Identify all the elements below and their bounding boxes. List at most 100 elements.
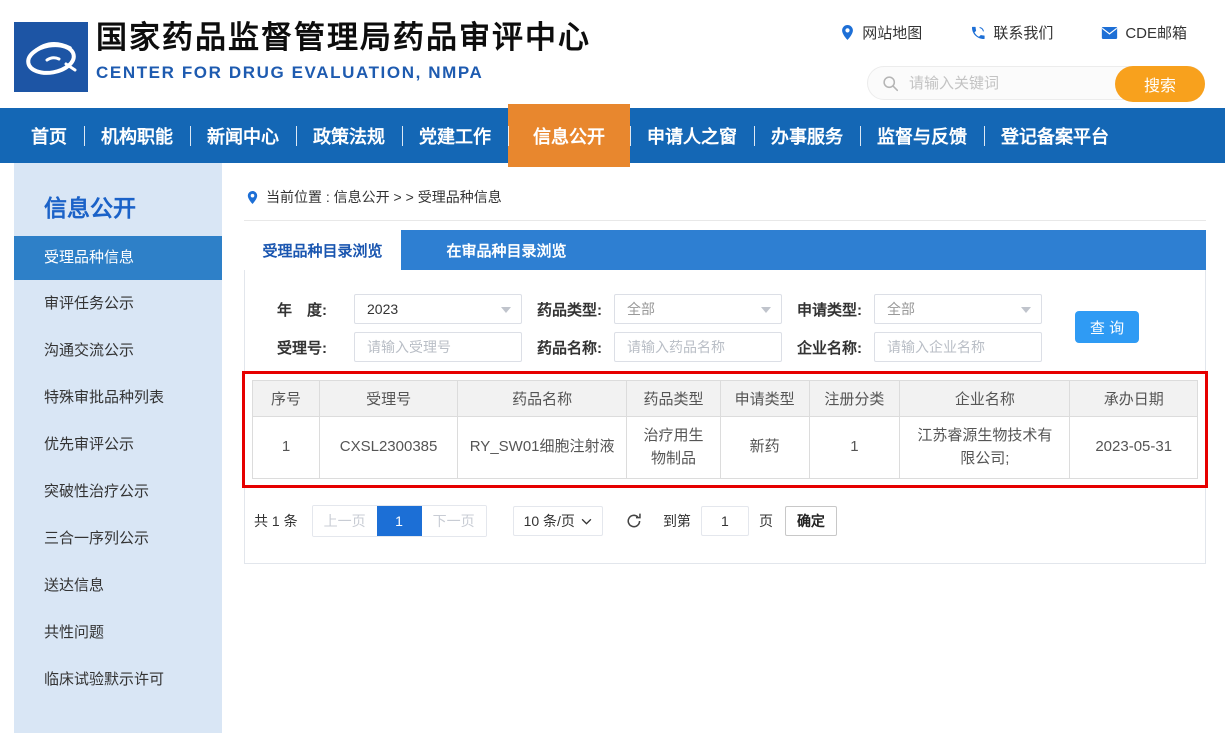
refresh-icon[interactable] (625, 512, 643, 530)
cell-registration-class: 1 (809, 417, 900, 479)
application-type-select-value: 全部 (887, 299, 915, 319)
content-area: 当前位置 : 信息公开 > > 受理品种信息 受理品种目录浏览 在审品种目录浏览… (244, 163, 1206, 733)
company-name-label: 企业名称: (797, 337, 874, 358)
cell-drug-name: RY_SW01细胞注射液 (458, 417, 627, 479)
nav-item-functions[interactable]: 机构职能 (84, 108, 190, 163)
contact-link[interactable]: 联系我们 (970, 22, 1053, 43)
cell-acceptance-no: CXSL2300385 (320, 417, 458, 479)
breadcrumb-text: 当前位置 : 信息公开 > > 受理品种信息 (266, 187, 502, 207)
query-button[interactable]: 查 询 (1075, 311, 1139, 343)
col-registration-class: 注册分类 (809, 381, 900, 417)
company-name-input[interactable] (874, 332, 1042, 362)
cell-drug-type: 治疗用生物制品 (627, 417, 721, 479)
sidebar-item-special-approval[interactable]: 特殊审批品种列表 (14, 374, 222, 421)
nav-item-registration-platform[interactable]: 登记备案平台 (984, 108, 1126, 163)
breadcrumb-pin-icon (246, 190, 259, 205)
sidebar-item-common-issues[interactable]: 共性问题 (14, 609, 222, 656)
site-title: 国家药品监督管理局药品审评中心 (96, 17, 591, 59)
sidebar-item-communication[interactable]: 沟通交流公示 (14, 327, 222, 374)
chevron-down-icon (1021, 307, 1031, 313)
sidebar: 信息公开 受理品种信息 审评任务公示 沟通交流公示 特殊审批品种列表 优先审评公… (14, 163, 222, 733)
sidebar-item-accepted-varieties[interactable]: 受理品种信息 (14, 236, 222, 280)
sidebar-item-three-in-one[interactable]: 三合一序列公示 (14, 515, 222, 562)
header-search: 搜索 (867, 66, 1205, 100)
cell-company-name: 江苏睿源生物技术有限公司; (900, 417, 1070, 479)
nav-item-policy[interactable]: 政策法规 (296, 108, 402, 163)
tab-accepted-catalog[interactable]: 受理品种目录浏览 (244, 230, 401, 270)
page-size-value: 10 条/页 (524, 511, 575, 531)
sidebar-title: 信息公开 (14, 163, 222, 233)
location-pin-icon (840, 24, 855, 41)
phone-icon (970, 25, 986, 41)
col-handle-date: 承办日期 (1070, 381, 1198, 417)
goto-prefix: 到第 (663, 511, 691, 531)
col-seq: 序号 (253, 381, 320, 417)
year-select-value: 2023 (367, 301, 398, 317)
tab-bar: 受理品种目录浏览 在审品种目录浏览 (244, 230, 1206, 270)
drug-name-input[interactable] (614, 332, 782, 362)
nav-item-applicant-window[interactable]: 申请人之窗 (630, 108, 754, 163)
main-nav: 首页 机构职能 新闻中心 政策法规 党建工作 信息公开 申请人之窗 办事服务 监… (0, 108, 1225, 163)
main-area: 信息公开 受理品种信息 审评任务公示 沟通交流公示 特殊审批品种列表 优先审评公… (0, 163, 1225, 733)
cde-mail-link[interactable]: CDE邮箱 (1101, 22, 1187, 43)
drug-name-label: 药品名称: (537, 337, 614, 358)
nav-item-supervision[interactable]: 监督与反馈 (860, 108, 984, 163)
sidebar-item-breakthrough-therapy[interactable]: 突破性治疗公示 (14, 468, 222, 515)
tab-under-review-catalog[interactable]: 在审品种目录浏览 (401, 230, 612, 270)
chevron-down-icon (761, 307, 771, 313)
nav-item-party[interactable]: 党建工作 (402, 108, 508, 163)
col-acceptance-no: 受理号 (320, 381, 458, 417)
sidebar-item-delivery-info[interactable]: 送达信息 (14, 562, 222, 609)
pagination: 共 1 条 上一页 1 下一页 10 条/页 (254, 505, 1205, 537)
cell-seq: 1 (253, 417, 320, 479)
cell-handle-date: 2023-05-31 (1070, 417, 1198, 479)
search-input[interactable] (909, 75, 1099, 92)
cde-mail-link-label: CDE邮箱 (1125, 22, 1187, 43)
breadcrumb: 当前位置 : 信息公开 > > 受理品种信息 (244, 163, 1206, 221)
col-company-name: 企业名称 (900, 381, 1070, 417)
content-panel: 年 度: 2023 药品类型: 全部 申请类 (244, 270, 1206, 564)
prev-page-button[interactable]: 上一页 (313, 506, 377, 536)
table-header-row: 序号 受理号 药品名称 药品类型 申请类型 注册分类 企业名称 承办日期 (253, 381, 1198, 417)
year-label: 年 度: (277, 299, 354, 320)
col-drug-name: 药品名称 (458, 381, 627, 417)
search-icon (882, 75, 899, 92)
page-size-select[interactable]: 10 条/页 (513, 506, 603, 536)
cde-logo (14, 22, 88, 92)
nav-item-info-disclosure[interactable]: 信息公开 (508, 104, 630, 167)
application-type-select[interactable]: 全部 (874, 294, 1042, 324)
nav-item-services[interactable]: 办事服务 (754, 108, 860, 163)
site-subtitle: CENTER FOR DRUG EVALUATION, NMPA (96, 63, 591, 83)
application-type-label: 申请类型: (797, 299, 874, 320)
goto-page-input[interactable] (701, 506, 749, 536)
next-page-button[interactable]: 下一页 (422, 506, 486, 536)
cell-application-type: 新药 (720, 417, 809, 479)
total-count: 共 1 条 (254, 511, 298, 531)
sitemap-link[interactable]: 网站地图 (840, 22, 922, 43)
table-row: 1 CXSL2300385 RY_SW01细胞注射液 治疗用生物制品 新药 1 … (253, 417, 1198, 479)
acceptance-no-label: 受理号: (277, 337, 354, 358)
acceptance-no-input[interactable] (354, 332, 522, 362)
highlight-red-box: 序号 受理号 药品名称 药品类型 申请类型 注册分类 企业名称 承办日期 1 (242, 371, 1208, 488)
filter-form: 年 度: 2023 药品类型: 全部 申请类 (245, 294, 1205, 362)
search-button[interactable]: 搜索 (1115, 66, 1205, 102)
chevron-down-icon (581, 518, 592, 525)
nav-item-news[interactable]: 新闻中心 (190, 108, 296, 163)
year-select[interactable]: 2023 (354, 294, 522, 324)
drug-type-select-value: 全部 (627, 299, 655, 319)
drug-type-label: 药品类型: (537, 299, 614, 320)
sidebar-item-clinical-trial-implied-license[interactable]: 临床试验默示许可 (14, 656, 222, 703)
confirm-button[interactable]: 确定 (785, 506, 837, 536)
results-table: 序号 受理号 药品名称 药品类型 申请类型 注册分类 企业名称 承办日期 1 (252, 380, 1198, 479)
current-page-button[interactable]: 1 (377, 506, 422, 536)
site-header: 国家药品监督管理局药品审评中心 CENTER FOR DRUG EVALUATI… (0, 0, 1225, 108)
nav-item-home[interactable]: 首页 (14, 108, 84, 163)
header-quick-links: 网站地图 联系我们 CDE邮箱 (840, 22, 1187, 43)
col-drug-type: 药品类型 (627, 381, 721, 417)
drug-type-select[interactable]: 全部 (614, 294, 782, 324)
sidebar-item-priority-review[interactable]: 优先审评公示 (14, 421, 222, 468)
goto-suffix: 页 (759, 511, 773, 531)
chevron-down-icon (501, 307, 511, 313)
sitemap-link-label: 网站地图 (862, 22, 922, 43)
sidebar-item-review-tasks[interactable]: 审评任务公示 (14, 280, 222, 327)
